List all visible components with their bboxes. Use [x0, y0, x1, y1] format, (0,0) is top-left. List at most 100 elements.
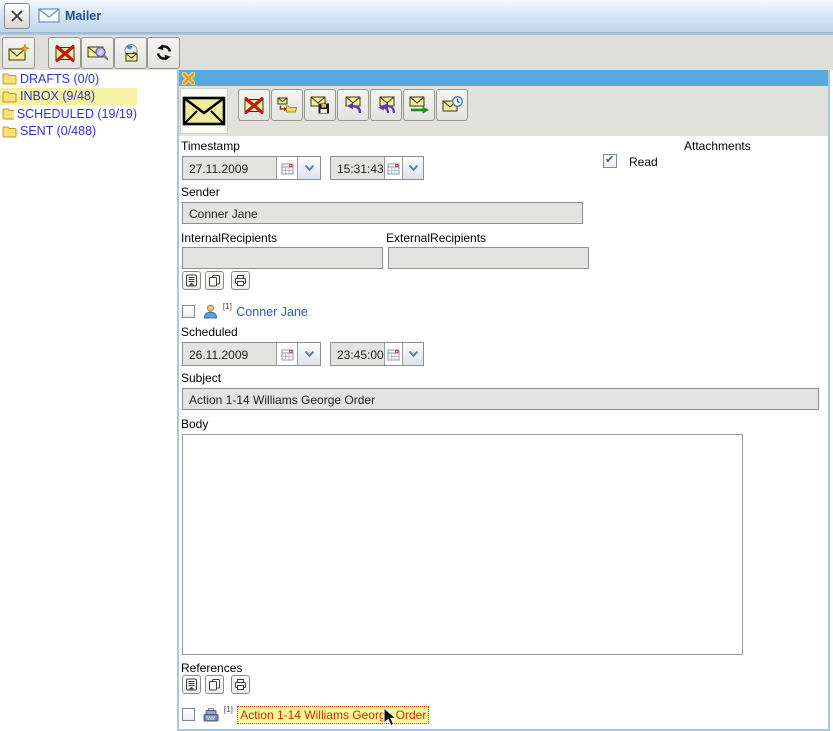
recipient-link[interactable]: Conner Jane: [236, 305, 308, 319]
refresh-button[interactable]: [147, 37, 180, 69]
timestamp-date-calendar-button[interactable]: [276, 157, 297, 179]
scheduled-date-field: 26.11.2009: [182, 342, 321, 366]
globe-envelope-icon: [121, 44, 141, 62]
scheduled-time-value[interactable]: 23:45:00: [331, 343, 384, 365]
mailer-window: Mailer: [0, 0, 833, 731]
timestamp-time-calendar-button[interactable]: [384, 157, 403, 179]
external-recipients-field[interactable]: [388, 247, 589, 269]
recipient-print-button[interactable]: [231, 271, 250, 290]
read-checkbox[interactable]: [603, 154, 617, 168]
window-titlebar: Mailer: [0, 0, 833, 33]
attachments-label: Attachments: [684, 139, 751, 153]
save-message-button[interactable]: [304, 89, 336, 121]
typewriter-icon: [203, 708, 219, 722]
sender-label: Sender: [181, 185, 220, 199]
scheduled-time-dropdown-button[interactable]: [402, 343, 423, 365]
message-panel: Timestamp 27.11.2009: [177, 70, 830, 731]
recipient-select-button[interactable]: [182, 271, 201, 290]
envelope-red-x-icon: [55, 45, 75, 62]
envelope-forward-arrow-icon: [409, 96, 430, 114]
sender-field[interactable]: Conner Jane: [182, 202, 583, 224]
reference-checkbox[interactable]: [182, 708, 195, 721]
scheduled-time-field: 23:45:00: [330, 342, 424, 366]
message-toolbar: [179, 86, 828, 136]
recipient-checkbox[interactable]: [182, 305, 195, 318]
folder-list: DRAFTS (0/0) INBOX (9/48) SCHEDULED (19/…: [0, 70, 137, 140]
scheduled-date-value[interactable]: 26.11.2009: [183, 343, 276, 365]
timestamp-time-value[interactable]: 15:31:43: [331, 157, 384, 179]
person-icon: [203, 304, 218, 319]
timestamp-date-dropdown-button[interactable]: [297, 157, 320, 179]
reference-link[interactable]: Action 1-14 Williams George Order: [237, 706, 429, 724]
subject-label: Subject: [181, 371, 221, 385]
folder-icon: [2, 72, 17, 85]
external-recipients-label: ExternalRecipients: [386, 231, 486, 245]
body-field[interactable]: [182, 434, 743, 655]
read-label: Read: [629, 155, 658, 169]
scheduled-date-calendar-button[interactable]: [276, 343, 297, 365]
subject-field[interactable]: Action 1-14 Williams George Order: [182, 388, 819, 410]
panel-close-icon[interactable]: [182, 72, 195, 85]
recipient-copy-button[interactable]: [205, 271, 224, 290]
calendar-icon: [281, 162, 294, 175]
send-receive-button[interactable]: [114, 37, 147, 69]
reference-print-button[interactable]: [231, 675, 250, 694]
print-icon: [234, 274, 247, 287]
envelope-star-icon: [8, 44, 30, 62]
message-panel-header: [179, 70, 828, 86]
timestamp-date-value[interactable]: 27.11.2009: [183, 157, 276, 179]
envelope-floppy-icon: [310, 96, 330, 114]
forward-button[interactable]: [403, 89, 435, 121]
schedule-message-button[interactable]: [436, 89, 468, 121]
folder-icon: [2, 107, 14, 120]
scheduled-time-calendar-button[interactable]: [384, 343, 403, 365]
chevron-down-icon: [304, 350, 315, 358]
new-mail-button[interactable]: [2, 37, 35, 69]
message-envelope-button[interactable]: [180, 88, 228, 134]
print-icon: [234, 678, 247, 691]
internal-recipients-field[interactable]: [182, 247, 383, 269]
reference-select-button[interactable]: [182, 675, 201, 694]
envelope-clock-icon: [442, 96, 463, 114]
folder-label: INBOX (9/48): [20, 89, 95, 103]
delete-mail-button[interactable]: [48, 37, 81, 69]
circular-arrows-icon: [154, 44, 174, 62]
reply-all-button[interactable]: [370, 89, 402, 121]
envelope-red-x-icon: [244, 97, 264, 114]
folder-item-sent[interactable]: SENT (0/488): [0, 123, 137, 141]
list-up-icon: [185, 274, 198, 287]
folder-icon: [2, 125, 17, 138]
move-to-folder-button[interactable]: [271, 89, 303, 121]
window-title: Mailer: [65, 9, 101, 23]
copy-icon: [208, 678, 221, 691]
body-label: Body: [181, 417, 208, 431]
window-close-button[interactable]: [4, 3, 30, 29]
list-up-icon: [185, 678, 198, 691]
scheduled-label: Scheduled: [181, 325, 238, 339]
folder-label: DRAFTS (0/0): [20, 72, 99, 86]
folder-label: SCHEDULED (19/19): [17, 107, 137, 121]
reference-copy-button[interactable]: [205, 675, 224, 694]
reference-ref-index: [1]: [224, 705, 233, 714]
calendar-icon: [387, 348, 400, 361]
folder-item-drafts[interactable]: DRAFTS (0/0): [0, 70, 137, 88]
folder-item-scheduled[interactable]: SCHEDULED (19/19): [0, 105, 137, 123]
timestamp-time-dropdown-button[interactable]: [402, 157, 423, 179]
chevron-down-icon: [304, 164, 315, 172]
envelope-reply-all-arrow-icon: [376, 96, 396, 114]
search-mail-button[interactable]: [81, 37, 114, 69]
reply-button[interactable]: [337, 89, 369, 121]
references-label: References: [181, 661, 242, 675]
folder-label: SENT (0/488): [20, 124, 96, 138]
reference-row: [1] Action 1-14 Williams George Order: [182, 706, 429, 724]
recipient-ref-index: [1]: [223, 302, 232, 311]
delete-message-button[interactable]: [238, 89, 270, 121]
chevron-down-icon: [408, 350, 419, 358]
folder-icon: [2, 90, 17, 103]
folder-item-inbox[interactable]: INBOX (9/48): [0, 88, 137, 106]
close-icon: [9, 8, 25, 24]
copy-icon: [208, 274, 221, 287]
timestamp-date-field: 27.11.2009: [182, 156, 321, 180]
main-toolbar: [0, 33, 833, 70]
scheduled-date-dropdown-button[interactable]: [297, 343, 320, 365]
